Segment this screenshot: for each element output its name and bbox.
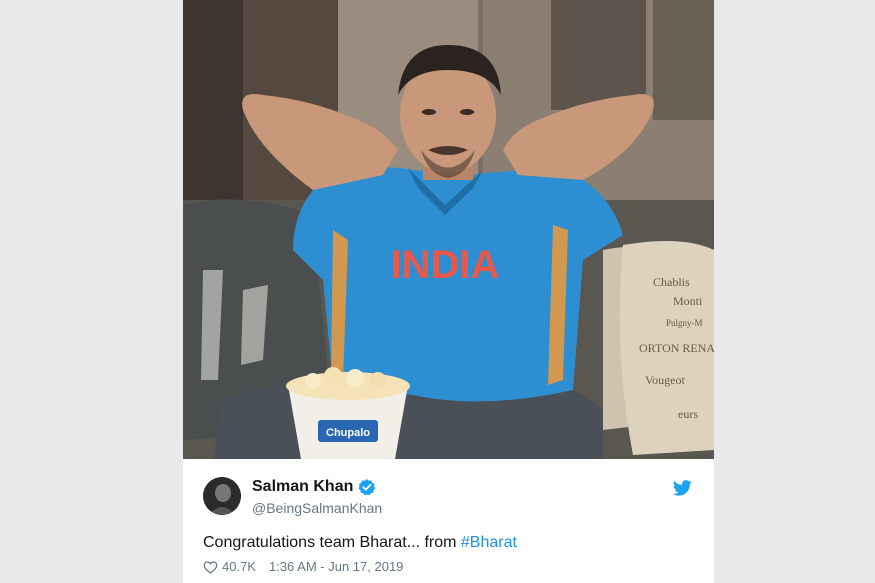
avatar[interactable] bbox=[203, 477, 241, 515]
tweet-body: Salman Khan @BeingSalmanKhan Congratulat… bbox=[183, 459, 714, 583]
hashtag-link[interactable]: #Bharat bbox=[461, 534, 517, 551]
photo-illustration: INDIA Chupalo Chablis Monti Pulgny-M ORT… bbox=[183, 0, 714, 459]
verified-badge-icon bbox=[358, 479, 376, 496]
author-handle[interactable]: @BeingSalmanKhan bbox=[252, 500, 382, 516]
tweet-text-body: Congratulations team Bharat... from bbox=[203, 534, 461, 551]
pillow-line: Monti bbox=[673, 294, 703, 308]
tweet-timestamp[interactable]: 1:36 AM - Jun 17, 2019 bbox=[269, 559, 403, 574]
twitter-bird-icon[interactable] bbox=[673, 480, 692, 496]
pillow-line: eurs bbox=[678, 407, 698, 421]
pillow-line: Vougeot bbox=[645, 373, 685, 387]
pillow-line: ORTON RENAR bbox=[639, 341, 714, 355]
jersey-text: INDIA bbox=[391, 243, 500, 287]
avatar-image bbox=[203, 477, 241, 515]
tweet-photo[interactable]: INDIA Chupalo Chablis Monti Pulgny-M ORT… bbox=[183, 0, 714, 459]
like-count[interactable]: 40.7K bbox=[222, 559, 256, 574]
pillow-line: Chablis bbox=[653, 275, 690, 289]
author-row: Salman Khan bbox=[252, 478, 376, 496]
tweet-meta: 40.7K 1:36 AM - Jun 17, 2019 bbox=[203, 559, 403, 574]
pillow-line: Pulgny-M bbox=[666, 318, 703, 328]
popcorn-box-label: Chupalo bbox=[326, 427, 370, 439]
author-name[interactable]: Salman Khan bbox=[252, 478, 353, 496]
tweet-text: Congratulations team Bharat... from #Bha… bbox=[203, 534, 517, 552]
embedded-tweet-card: INDIA Chupalo Chablis Monti Pulgny-M ORT… bbox=[183, 0, 714, 583]
heart-icon[interactable] bbox=[203, 560, 218, 574]
